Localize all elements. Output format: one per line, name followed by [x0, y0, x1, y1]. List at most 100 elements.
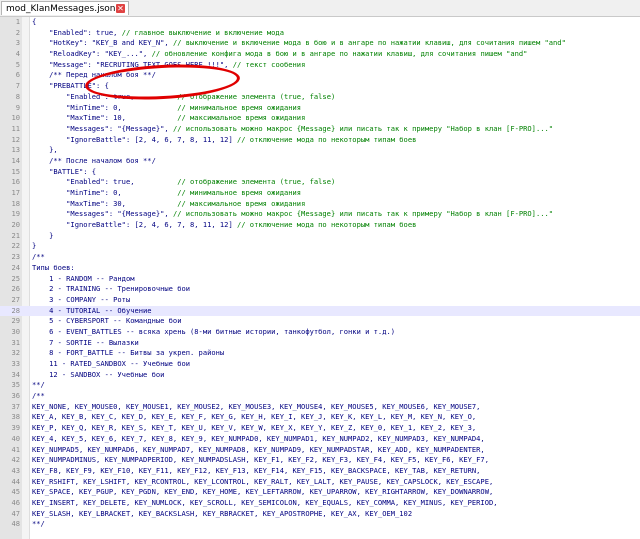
line-number: 33: [11, 359, 20, 368]
code-line[interactable]: 26 2 - TRAINING -- Тренировочные бои: [0, 284, 640, 295]
code-line[interactable]: 10 "MaxTime": 10, // максимальное время …: [0, 113, 640, 124]
code-line[interactable]: 20 "IgnoreBattle": [2, 4, 6, 7, 8, 11, 1…: [0, 220, 640, 231]
line-number: 8: [15, 91, 20, 101]
line-number: 34: [11, 369, 20, 379]
line-number: 44: [11, 476, 20, 486]
code-line[interactable]: 18 "MaxTime": 30, // максимальное время …: [0, 199, 640, 210]
code-line[interactable]: 44 KEY_RSHIFT, KEY_LSHIFT, KEY_RCONTROL, …: [0, 477, 640, 488]
line-number: 48: [11, 519, 20, 529]
code-line[interactable]: 33 11 - RATED_SANDBOX -- Учебные бои: [0, 359, 640, 370]
line-number: 47: [11, 508, 20, 518]
line-text: KEY_F8, KEY_F9, KEY_F10, KEY_F11, KEY_F1…: [32, 465, 481, 475]
line-text: "BATTLE": {: [32, 166, 97, 176]
code-line[interactable]: 35 **/: [0, 380, 640, 391]
line-text: "HotKey": "KEY_B and KEY_N", // выключен…: [32, 38, 566, 48]
line-number: 3: [15, 38, 20, 48]
line-number: 27: [11, 294, 20, 304]
line-text: },: [32, 145, 58, 155]
code-line[interactable]: 34 12 - SANDBOX -- Учебные бои: [0, 370, 640, 381]
line-text: KEY_4, KEY_5, KEY_6, KEY_7, KEY_8, KEY_9…: [32, 433, 485, 443]
code-line[interactable]: 31 7 - SORTIE -- Вылазки: [0, 338, 640, 349]
code-line[interactable]: 27 3 - COMPANY -- Роты: [0, 295, 640, 306]
line-number: 42: [11, 455, 20, 465]
line-number: 40: [11, 433, 20, 443]
line-text: KEY_NONE, KEY_MOUSE0, KEY_MOUSE1, KEY_MO…: [32, 401, 481, 411]
line-text: }: [32, 241, 37, 251]
line-number: 37: [11, 401, 20, 411]
code-line[interactable]: 41 KEY_NUMPAD5, KEY_NUMPAD6, KEY_NUMPAD7,…: [0, 445, 640, 456]
line-text: KEY_A, KEY_B, KEY_C, KEY_D, KEY_E, KEY_F…: [32, 412, 477, 422]
line-text: "Messages": "{Message}", // использовать…: [32, 209, 554, 219]
code-line[interactable]: 19 "Messages": "{Message}", // использов…: [0, 209, 640, 220]
line-number: 21: [11, 230, 20, 240]
code-line[interactable]: 42 KEY_NUMPADMINUS, KEY_NUMPADPERIOD, KEY…: [0, 455, 640, 466]
line-text: "MinTime": 0, // минимальное время ожида…: [32, 102, 302, 112]
line-number: 43: [11, 465, 20, 475]
code-line[interactable]: 2 "Enabled": true, // главное выключение…: [0, 28, 640, 39]
line-number: 31: [11, 337, 20, 347]
code-line[interactable]: 23 /**: [0, 252, 640, 263]
code-line[interactable]: 24 Типы боев:: [0, 263, 640, 274]
close-icon[interactable]: ✕: [116, 4, 125, 13]
tab-bar: mod_KlanMessages.json ✕: [0, 0, 640, 17]
code-line[interactable]: 40 KEY_4, KEY_5, KEY_6, KEY_7, KEY_8, KEY…: [0, 434, 640, 445]
line-number: 36: [11, 391, 20, 401]
line-text: /** После началом боя **/: [32, 155, 156, 165]
code-line[interactable]: 21 }: [0, 231, 640, 242]
tab-file[interactable]: mod_KlanMessages.json ✕: [1, 1, 129, 15]
code-line[interactable]: 29 5 - CYBERSPORT -- Командные бои: [0, 316, 640, 327]
line-text: KEY_RSHIFT, KEY_LSHIFT, KEY_RCONTROL, KE…: [32, 476, 494, 486]
code-line[interactable]: 37 KEY_NONE, KEY_MOUSE0, KEY_MOUSE1, KEY_…: [0, 402, 640, 413]
code-line[interactable]: 39 KEY_P, KEY_Q, KEY_R, KEY_S, KEY_T, KEY…: [0, 423, 640, 434]
code-line[interactable]: 28 4 - TUTORIAL -- Обучение: [0, 305, 640, 317]
code-line[interactable]: 48 **/: [0, 519, 640, 530]
code-line[interactable]: 46 KEY_INSERT, KEY_DELETE, KEY_NUMLOCK, K…: [0, 498, 640, 509]
code-line[interactable]: 13 },: [0, 145, 640, 156]
code-line[interactable]: 43 KEY_F8, KEY_F9, KEY_F10, KEY_F11, KEY_…: [0, 466, 640, 477]
line-text: }: [32, 230, 54, 240]
line-text: 8 - FORT_BATTLE -- Битвы за укреп. район…: [32, 348, 225, 358]
line-number: 41: [11, 444, 20, 454]
code-line[interactable]: 16 "Enabled": true, // отображение элеме…: [0, 177, 640, 188]
line-text: KEY_NUMPAD5, KEY_NUMPAD6, KEY_NUMPAD7, K…: [32, 444, 485, 454]
code-line[interactable]: 11 "Messages": "{Message}", // использов…: [0, 124, 640, 135]
line-number: 22: [11, 241, 20, 251]
line-number: 11: [11, 123, 20, 133]
code-line[interactable]: 15 "BATTLE": {: [0, 167, 640, 178]
code-line[interactable]: 30 6 - EVENT_BATTLES -- всяка хрень (8-м…: [0, 327, 640, 338]
code-line[interactable]: 32 8 - FORT_BATTLE -- Битвы за укреп. ра…: [0, 348, 640, 359]
code-line[interactable]: 3 "HotKey": "KEY_B and KEY_N", // выключ…: [0, 38, 640, 49]
code-line[interactable]: 9 "MinTime": 0, // минимальное время ожи…: [0, 103, 640, 114]
line-text: "Enabled": true, // отображение элемента…: [32, 177, 336, 187]
line-text: KEY_P, KEY_Q, KEY_R, KEY_S, KEY_T, KEY_U…: [32, 423, 477, 433]
code-line[interactable]: 47 KEY_SLASH, KEY_LBRACKET, KEY_BACKSLASH…: [0, 509, 640, 520]
line-number: 14: [11, 155, 20, 165]
code-line[interactable]: 4 "ReloadKey": "KEY_...", // обновление …: [0, 49, 640, 60]
line-number: 23: [11, 252, 20, 262]
code-line[interactable]: 14 /** После началом боя **/: [0, 156, 640, 167]
code-line[interactable]: 1{: [0, 17, 640, 28]
line-text: "IgnoreBattle": [2, 4, 6, 7, 8, 11, 12] …: [32, 220, 417, 230]
line-text: "MinTime": 0, // минимальное время ожида…: [32, 188, 302, 197]
line-number: 13: [11, 145, 20, 155]
code-line[interactable]: 36 /**: [0, 391, 640, 402]
line-text: Типы боев:: [32, 262, 75, 272]
code-line[interactable]: 5 "Message": "RECRUTING TEXT GOES HERE !…: [0, 60, 640, 71]
line-text: 5 - CYBERSPORT -- Командные бои: [32, 316, 182, 326]
code-line[interactable]: 38 KEY_A, KEY_B, KEY_C, KEY_D, KEY_E, KEY…: [0, 412, 640, 423]
line-number: 28: [11, 305, 20, 315]
line-number: 30: [11, 326, 20, 336]
code-line[interactable]: 25 1 - RANDOM -- Рандом: [0, 274, 640, 285]
line-number: 24: [11, 262, 20, 272]
line-number: 17: [11, 188, 20, 197]
code-editor[interactable]: 1{2 "Enabled": true, // главное выключен…: [0, 17, 640, 539]
line-number: 7: [15, 81, 20, 91]
line-text: 12 - SANDBOX -- Учебные бои: [32, 369, 165, 379]
line-number: 18: [11, 198, 20, 208]
code-line[interactable]: 45 KEY_SPACE, KEY_PGUP, KEY_PGDN, KEY_END…: [0, 487, 640, 498]
line-text: "MaxTime": 10, // максимальное время ожи…: [32, 113, 306, 123]
line-number: 26: [11, 284, 20, 294]
code-line[interactable]: 12 "IgnoreBattle": [2, 4, 6, 7, 8, 11, 1…: [0, 135, 640, 146]
code-line[interactable]: 17 "MinTime": 0, // минимальное время ож…: [0, 188, 640, 199]
code-line[interactable]: 22}: [0, 241, 640, 252]
